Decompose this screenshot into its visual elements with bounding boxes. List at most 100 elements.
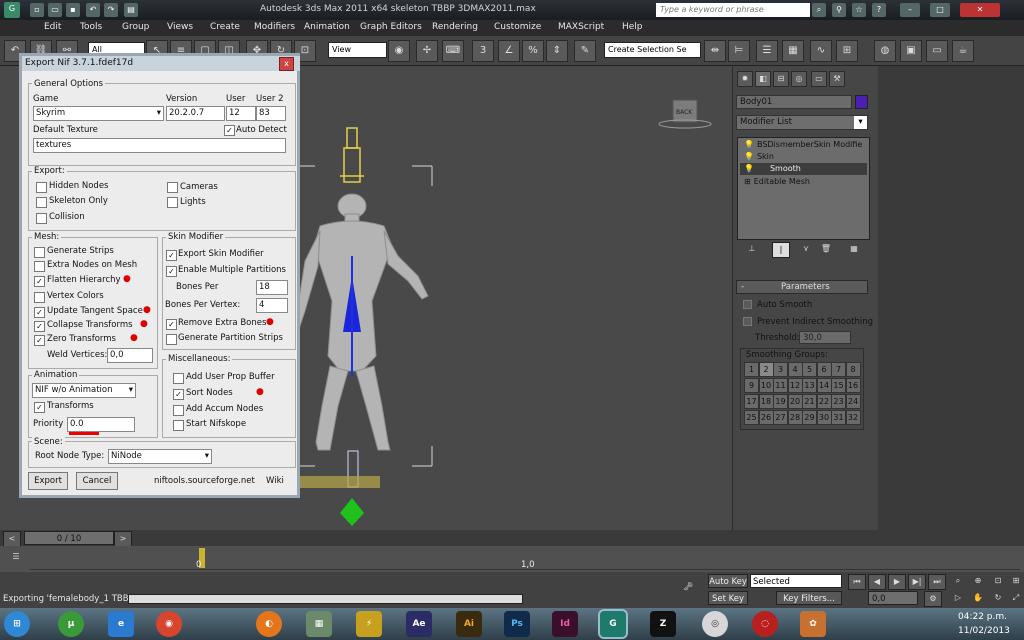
render-setup-icon[interactable]: ▣ (900, 40, 922, 62)
stack-item[interactable]: 💡 Smooth (740, 163, 867, 175)
animation-mode-dropdown[interactable]: NIF w/o Animation (32, 383, 136, 398)
go-to-start-icon[interactable]: ⏮ (848, 574, 866, 590)
menu-help[interactable]: Help (622, 22, 643, 32)
motion-tab-icon[interactable]: ◎ (791, 71, 807, 87)
smoothing-group-button[interactable]: 23 (831, 394, 846, 409)
remove-extra-bones-checkbox[interactable]: ✓ (166, 319, 177, 330)
menu-animation[interactable]: Animation (304, 22, 350, 32)
add-user-prop-checkbox[interactable] (173, 373, 184, 384)
export-button[interactable]: Export (28, 472, 68, 490)
bones-per-vertex-field[interactable]: 4 (256, 298, 288, 313)
version-field[interactable]: 20.2.0.7 (166, 106, 225, 121)
smoothing-group-button[interactable]: 21 (802, 394, 817, 409)
after-effects-icon[interactable]: Ae (406, 611, 432, 637)
field-of-view-icon[interactable]: ▷ (950, 591, 966, 605)
app-logo-icon[interactable]: G (4, 2, 20, 18)
modifier-list-dropdown[interactable]: Modifier List ▾ (736, 115, 868, 130)
auto-smooth-checkbox[interactable] (743, 300, 752, 309)
smoothing-group-button[interactable]: 13 (802, 378, 817, 393)
skeleton-only-checkbox[interactable] (36, 197, 47, 208)
utorrent-icon[interactable]: µ (58, 611, 84, 637)
smoothing-group-button[interactable]: 7 (831, 362, 846, 377)
smoothing-group-button[interactable]: 6 (816, 362, 832, 377)
threshold-spinner[interactable]: 30,0 (799, 331, 851, 344)
prev-key-icon[interactable]: ◀ (868, 574, 886, 590)
start-button-icon[interactable]: ⊞ (4, 611, 30, 637)
illustrator-icon[interactable]: Ai (456, 611, 482, 637)
smoothing-group-button[interactable]: 30 (816, 410, 832, 425)
undo-icon[interactable]: ↶ (86, 3, 100, 17)
transforms-checkbox[interactable]: ✓ (34, 402, 45, 413)
zbrush-icon[interactable]: Z (650, 611, 676, 637)
graphite-tools-icon[interactable]: ▦ (782, 40, 804, 62)
star-icon[interactable]: ☆ (852, 3, 866, 17)
export-skin-checkbox[interactable]: ✓ (166, 250, 177, 261)
go-to-end-icon[interactable]: ⏭ (928, 574, 946, 590)
play-icon[interactable]: ▶ (888, 574, 906, 590)
menu-modifiers[interactable]: Modifiers (254, 22, 295, 32)
winamp-icon[interactable]: ⚡ (356, 611, 382, 637)
stack-item[interactable]: 💡 BSDismemberSkin Modifie (740, 139, 867, 151)
percent-snap-icon[interactable]: % (522, 40, 544, 62)
smoothing-group-button[interactable]: 17 (744, 394, 759, 409)
app-icon[interactable]: ◌ (752, 611, 778, 637)
track-bar[interactable]: ☰ 0 1,0 (0, 546, 1024, 572)
generate-strips-checkbox[interactable] (34, 247, 45, 258)
extra-nodes-checkbox[interactable] (34, 261, 45, 272)
menu-customize[interactable]: Customize (494, 22, 541, 32)
current-frame-field[interactable]: 0,0 (868, 591, 918, 605)
frame-indicator[interactable]: 0 / 10 (24, 531, 114, 545)
zoom-extents-all-icon[interactable]: ⊞ (1008, 574, 1024, 588)
close-icon[interactable]: ✕ (960, 3, 1000, 17)
menu-group[interactable]: Group (122, 22, 149, 32)
zoom-all-icon[interactable]: ⊕ (970, 574, 986, 588)
smoothing-group-button[interactable]: 5 (802, 362, 817, 377)
parameters-rollout-header[interactable]: - Parameters (736, 280, 868, 294)
project-folder-icon[interactable]: ▤ (124, 3, 138, 17)
flatten-hierarchy-checkbox[interactable]: ✓ (34, 276, 45, 287)
spinner-snap-icon[interactable]: ⇕ (546, 40, 568, 62)
game-dropdown[interactable]: Skyrim (33, 106, 164, 121)
minimize-icon[interactable]: – (900, 3, 920, 17)
menu-create[interactable]: Create (210, 22, 240, 32)
smoothing-group-button[interactable]: 22 (816, 394, 832, 409)
smoothing-group-button[interactable]: 18 (758, 394, 774, 409)
binoculars-icon[interactable]: ⚲ (832, 3, 846, 17)
pan-icon[interactable]: ✋ (970, 591, 986, 605)
smoothing-group-button[interactable]: 20 (787, 394, 803, 409)
rendered-frame-icon[interactable]: ▭ (926, 40, 948, 62)
display-tab-icon[interactable]: ▭ (811, 71, 827, 87)
menu-graph-editors[interactable]: Graph Editors (360, 22, 422, 32)
bones-per-field[interactable]: 18 (256, 280, 288, 295)
mini-curve-editor-icon[interactable]: ☰ (8, 550, 24, 564)
stack-item[interactable]: 💡 Skin (740, 151, 867, 163)
manipulate-icon[interactable]: ✢ (416, 40, 438, 62)
dialog-close-button[interactable]: x (279, 57, 294, 71)
prevent-indirect-checkbox[interactable] (743, 317, 752, 326)
search-input[interactable]: Type a keyword or phrase (656, 3, 810, 17)
chrome-icon[interactable]: ◉ (156, 611, 182, 637)
smoothing-group-button[interactable]: 8 (845, 362, 861, 377)
new-icon[interactable]: ▫ (30, 3, 44, 17)
smoothing-group-button[interactable]: 9 (744, 378, 759, 393)
stack-item[interactable]: ⊞ Editable Mesh (740, 176, 867, 188)
collapse-transforms-checkbox[interactable]: ✓ (34, 321, 45, 332)
maximize-viewport-icon[interactable]: ⤢ (1008, 591, 1024, 605)
root-node-type-dropdown[interactable]: NiNode (108, 449, 212, 464)
named-selection-dropdown[interactable]: Create Selection Se (604, 42, 701, 58)
object-color-swatch[interactable] (855, 95, 868, 109)
curve-editor-icon[interactable]: ∿ (810, 40, 832, 62)
pivot-icon[interactable]: ◉ (388, 40, 410, 62)
set-key-button[interactable]: Set Key (708, 591, 748, 605)
smoothing-group-button[interactable]: 26 (758, 410, 774, 425)
next-frame-arrow-icon[interactable]: > (114, 531, 132, 547)
schematic-view-icon[interactable]: ⊞ (836, 40, 858, 62)
auto-detect-checkbox[interactable]: ✓ (224, 125, 235, 136)
3ds-max-icon[interactable]: G (598, 609, 628, 639)
key-mode-dropdown[interactable]: Selected (750, 574, 842, 588)
internet-explorer-icon[interactable]: e (108, 611, 134, 637)
smoothing-group-button[interactable]: 29 (802, 410, 817, 425)
pin-stack-icon[interactable]: ⊥ (744, 242, 760, 256)
start-nifskope-checkbox[interactable] (173, 420, 184, 431)
cameras-checkbox[interactable] (167, 182, 178, 193)
